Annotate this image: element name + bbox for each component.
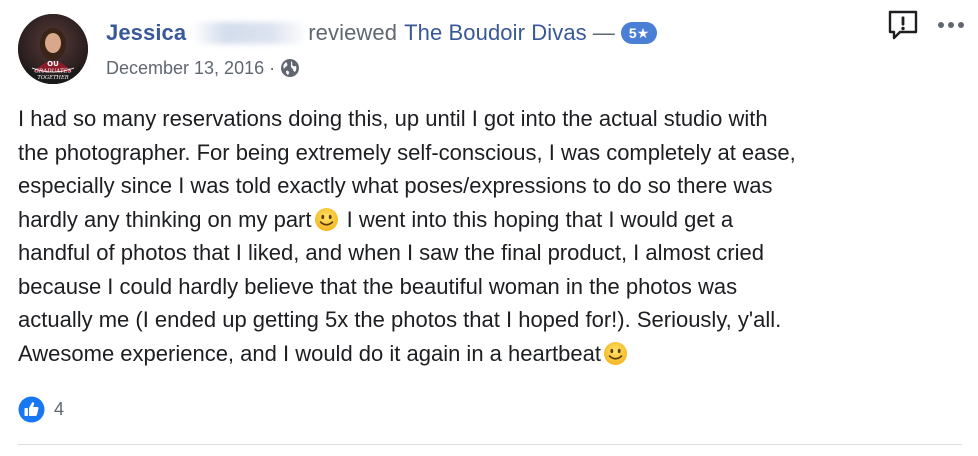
globe-icon[interactable] bbox=[280, 58, 300, 78]
review-line: because I could hardly believe that the … bbox=[18, 273, 738, 299]
review-line-part: Awesome experience, and I would do it ag… bbox=[18, 340, 601, 366]
smile-emoji-icon bbox=[314, 207, 339, 232]
review-line-part: I went into this hoping that I would get… bbox=[340, 206, 734, 232]
like-count: 4 bbox=[54, 398, 65, 419]
avatar-monogram: OU bbox=[47, 60, 59, 68]
review-post: GRADUATES TOGETHER OU Jessica reviewed T… bbox=[0, 0, 978, 456]
review-line: actually me (I ended up getting 5x the p… bbox=[18, 307, 782, 332]
review-line: the photographer. For being extremely se… bbox=[18, 139, 796, 165]
avatar-image: GRADUATES TOGETHER OU bbox=[18, 14, 88, 84]
post-date-link[interactable]: December 13, 2016 bbox=[106, 58, 264, 79]
author-avatar[interactable]: GRADUATES TOGETHER OU bbox=[18, 14, 88, 84]
post-meta: December 13, 2016 · bbox=[106, 55, 300, 81]
avatar-caption-line1: GRADUATES bbox=[34, 69, 71, 75]
rating-badge: 5★ bbox=[620, 22, 658, 44]
more-options-icon[interactable] bbox=[934, 14, 968, 36]
avatar-caption-line2: TOGETHER bbox=[37, 75, 68, 81]
review-line: handful of photos that I liked, and when… bbox=[18, 240, 764, 265]
review-text: I had so many reservations doing this, u… bbox=[18, 102, 963, 370]
author-name-link[interactable]: Jessica bbox=[106, 20, 186, 46]
page-name-link[interactable]: The Boudoir Divas bbox=[404, 20, 587, 46]
review-line-part: hardly any thinking on my part bbox=[18, 206, 312, 232]
meta-separator: · bbox=[269, 57, 276, 78]
review-line: especially since I was told exactly what… bbox=[18, 173, 773, 198]
report-icon[interactable] bbox=[886, 8, 920, 42]
review-line: I had so many reservations doing this, u… bbox=[18, 106, 768, 131]
post-divider bbox=[18, 444, 962, 445]
review-line-with-emoji: hardly any thinking on my part I went in… bbox=[18, 203, 963, 237]
reviewed-label: reviewed bbox=[308, 20, 398, 45]
header-dash: — bbox=[592, 20, 615, 45]
smile-emoji-icon bbox=[603, 341, 628, 366]
like-icon bbox=[18, 396, 45, 423]
author-lastname-redacted bbox=[192, 22, 305, 44]
post-header: Jessica reviewed The Boudoir Divas — 5★ bbox=[106, 18, 658, 48]
reactions-summary[interactable]: 4 bbox=[18, 395, 64, 423]
review-line-with-emoji: Awesome experience, and I would do it ag… bbox=[18, 337, 963, 371]
